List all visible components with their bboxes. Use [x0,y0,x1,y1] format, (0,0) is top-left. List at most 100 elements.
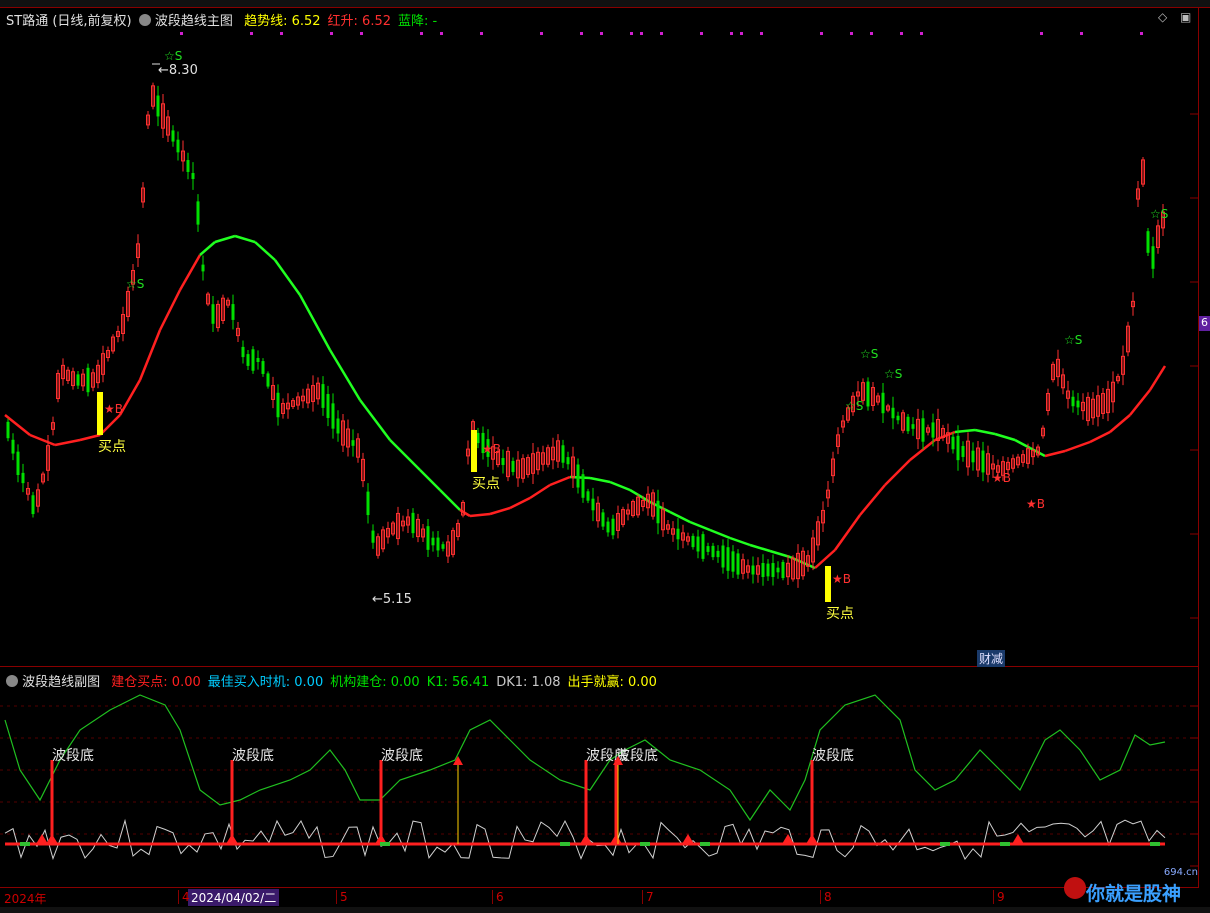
wave-bottom-triangle [226,834,238,844]
signal-dot [1080,32,1083,35]
trend-line-segment [859,484,886,516]
sub-indicator-name[interactable]: 波段趋线副图 [22,675,100,690]
candle-body [711,545,715,558]
candle-body [761,563,765,577]
candle-body [561,445,565,463]
cursor-date: 2024/04/02/二 [188,889,280,906]
candle-body [581,474,585,498]
signal-dot [870,32,873,35]
main-candle-chart[interactable]: ←8.30←5.15买点买点买点★B★B★B★B★B☆S☆S☆S☆S☆S☆S☆S [0,30,1198,666]
trend-line-segment [118,379,142,416]
main-indicator-name[interactable]: 波段趋线主图 [155,14,233,29]
price-axis[interactable] [1198,8,1210,888]
candle-body [86,367,90,393]
signal-dot [480,32,483,35]
candle-body [336,418,340,434]
candle-body [251,349,255,371]
candle-body [906,416,910,432]
time-axis[interactable]: 2024年 2024/04/02/二 4 5 6 7 8 9 [0,887,1198,908]
candle-body [31,495,35,515]
price-tag: 6 [1199,316,1210,331]
trend-line-segment [1044,449,1066,458]
trend-line-segment [1064,440,1091,453]
candle-body [186,160,190,172]
candle-body [981,450,985,473]
main-header: ST路通 (日线,前复权) 波段趋线主图 趋势线: 6.52 红升: 6.52 蓝降… [6,10,437,29]
sell-star-mark: ☆S [860,347,878,361]
candle-body [961,446,965,457]
candle-body [1146,231,1150,253]
trend-line-segment [749,543,771,553]
candle-body [511,460,515,473]
sub-indicator-chart[interactable]: 波段底 波段底 波段底 波段底波段底 波段底 [0,690,1198,886]
low-price-label: ←5.15 [372,592,412,607]
small-green-dash [700,842,710,846]
signal-dot [900,32,903,35]
indicator-toggle-icon[interactable] [138,14,151,26]
sub-item-1: 最佳买入时机: 0.00 [207,675,324,690]
sub-item-0: 建仓买点: 0.00 [111,675,201,690]
signal-dot [630,32,633,35]
year-label: 2024年 [4,892,47,906]
small-triangle [682,834,694,844]
sell-star-mark: ☆S [845,399,863,413]
bottom-tab-bar[interactable] [0,907,1210,913]
signal-dot [580,32,583,35]
diamond-icon[interactable]: ◇ [1158,10,1167,24]
trend-line-segment [994,432,1016,442]
wave-bottom-label: 波段底 [52,748,94,764]
watermark-text: 你就是股神 [1086,883,1182,905]
candle-body [76,374,80,386]
candle-body [431,537,435,546]
candle-body [776,567,780,573]
trend-line-segment [529,483,551,500]
pane-divider[interactable] [0,666,1198,667]
trend-line-segment [359,399,391,441]
trend-line-segment [689,520,711,532]
finance-badge[interactable]: 财减 [977,650,1006,667]
sub-indicator-toggle-icon[interactable] [6,675,18,687]
candle-body [586,491,590,501]
candle-body [956,435,960,461]
sell-star-mark: ☆S [126,277,144,291]
sub-item-2: 机构建仓: 0.00 [330,675,420,690]
buy-point-label: 买点 [826,606,854,622]
candle-body [21,472,25,484]
trend-line-segment [298,294,332,351]
month-label-4: 4 [178,890,190,904]
candle-body [211,304,215,324]
month-label-5: 5 [336,890,348,904]
candle-body [716,550,720,558]
signal-dot [1040,32,1043,35]
signal-dot [760,32,763,35]
period-label[interactable]: (日线,前复权) [52,14,131,29]
trend-line-segment [1089,430,1111,444]
signal-dot [1140,32,1143,35]
candle-body [11,439,15,454]
buy-star-mark: ★B [992,471,1011,485]
top-menu-bar[interactable] [0,0,1210,8]
small-green-dash [20,842,30,846]
sub-item-5: 出手就赢: 0.00 [567,675,657,690]
window-toggle-icon[interactable]: ▣ [1180,10,1191,24]
candle-body [576,464,580,488]
wave-bottom-triangle [610,834,622,844]
candle-body [261,361,265,374]
candle-body [896,415,900,421]
trend-line-segment [29,433,56,447]
candle-body [441,544,445,549]
candle-body [436,537,440,551]
main-item-0: 趋势线: 6.52 [244,14,321,29]
candle-body [1071,396,1075,407]
signal-dot [740,32,743,35]
candle-body [241,346,245,358]
candle-body [1076,400,1080,408]
candle-body [881,392,885,414]
buy-star-mark: ★B [1026,497,1045,511]
wave-bottom-triangle [806,834,818,844]
month-label-6: 6 [492,890,504,904]
candle-body [16,451,20,476]
symbol-name[interactable]: ST路通 [6,14,48,29]
signal-dot [660,32,663,35]
trend-line-segment [469,512,491,518]
